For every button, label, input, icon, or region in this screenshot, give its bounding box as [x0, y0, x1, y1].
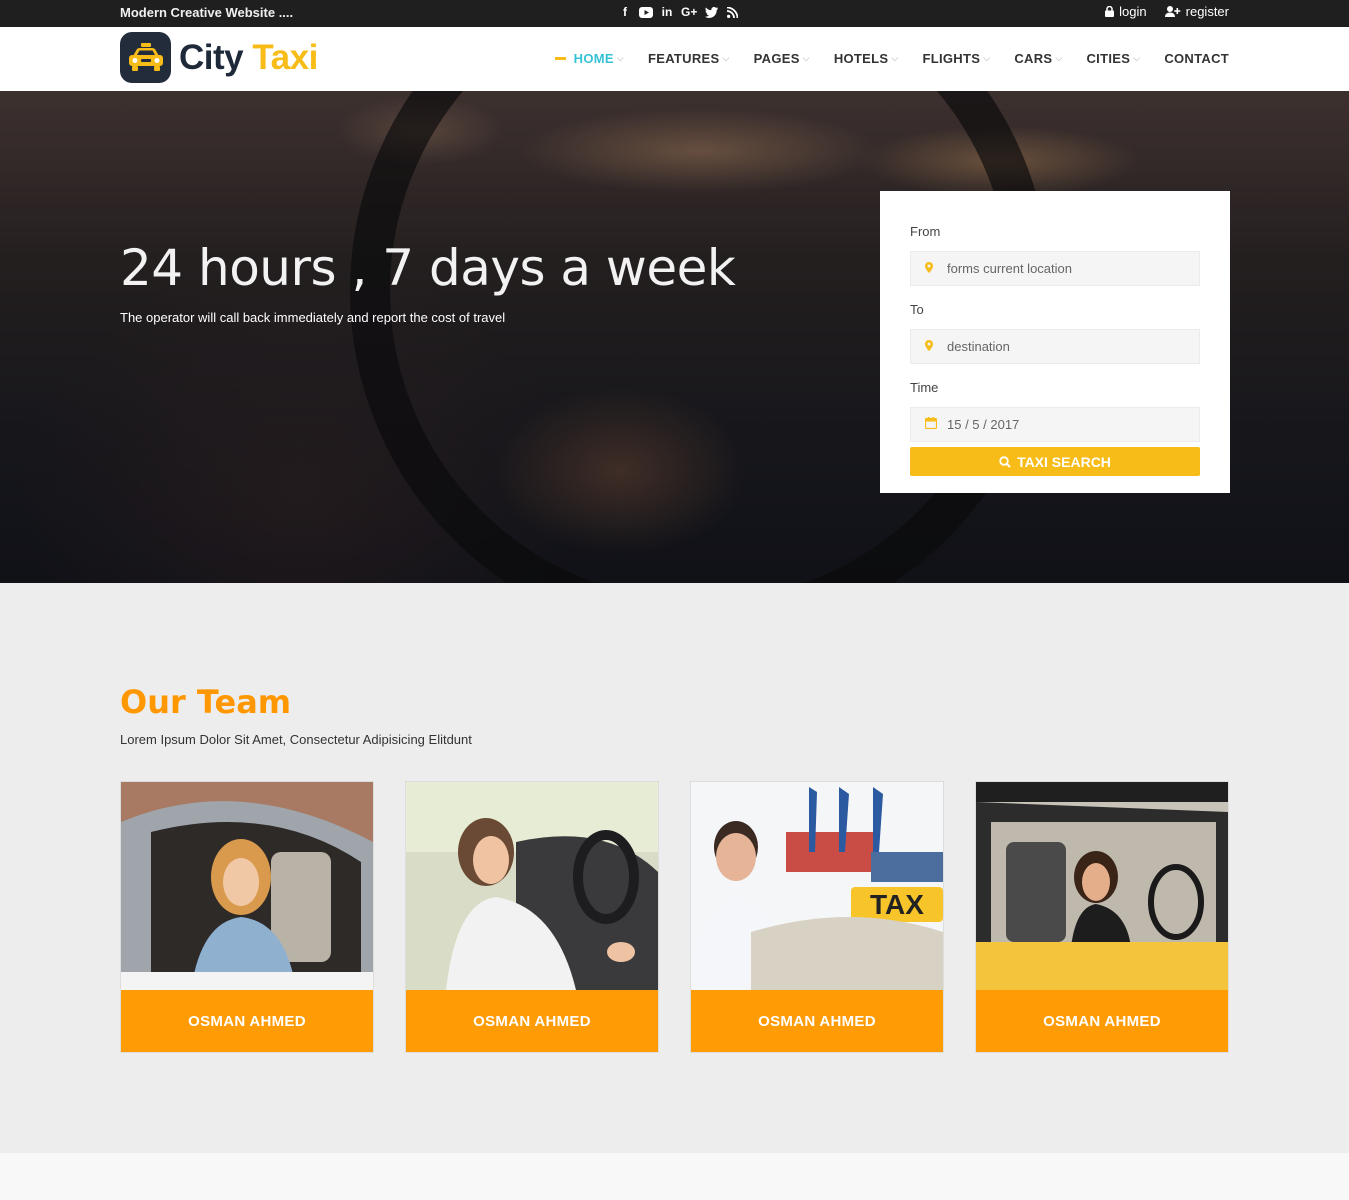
from-placeholder: forms current location: [947, 261, 1072, 276]
user-plus-icon: [1164, 6, 1180, 17]
hero-subtitle: The operator will call back immediately …: [120, 310, 506, 325]
nav-item-flights[interactable]: FLIGHTS ⌵: [922, 51, 990, 66]
team-section: Our Team Lorem Ipsum Dolor Sit Amet, Con…: [0, 583, 1349, 1153]
taxi-search-label: TAXI SEARCH: [1017, 453, 1111, 470]
nav-item-cities[interactable]: CITIES ⌵: [1086, 51, 1140, 66]
chevron-down-icon: ⌵: [891, 53, 899, 63]
nav-item-hotels[interactable]: HOTELS ⌵: [834, 51, 899, 66]
facebook-icon[interactable]: f: [619, 4, 631, 20]
from-label: From: [910, 224, 941, 239]
to-placeholder: destination: [947, 339, 1010, 354]
chevron-down-icon: ⌵: [983, 53, 991, 63]
active-indicator: [554, 57, 566, 60]
time-label: Time: [910, 380, 939, 395]
social-links: f in G+: [619, 4, 738, 20]
nav-item-home[interactable]: HOME ⌵: [554, 51, 624, 66]
nav-item-cars[interactable]: CARS ⌵: [1014, 51, 1062, 66]
nav-item-pages[interactable]: PAGES ⌵: [754, 51, 810, 66]
google-plus-icon[interactable]: G+: [681, 4, 697, 20]
chevron-down-icon: ⌵: [802, 53, 810, 63]
youtube-icon[interactable]: [639, 4, 653, 20]
team-member-card[interactable]: OSMAN AHMED: [975, 781, 1229, 1053]
main-nav: HOME ⌵ FEATURES ⌵ PAGES ⌵ HOTELS ⌵ FLIGHTS ⌵ …: [554, 51, 1229, 66]
hero-section: 24 hours , 7 days a week The operator wi…: [0, 91, 1349, 583]
team-member-card[interactable]: OSMAN AHMED: [120, 781, 374, 1053]
to-field[interactable]: destination: [910, 329, 1200, 364]
rss-icon[interactable]: [726, 4, 738, 20]
taxi-search-button[interactable]: TAXI SEARCH: [910, 447, 1200, 476]
nav-item-label: CONTACT: [1164, 51, 1229, 66]
svg-text:TAX: TAX: [870, 889, 924, 920]
site-logo[interactable]: City Taxi: [120, 32, 318, 83]
logo-text-taxi: Taxi: [252, 37, 318, 77]
time-value: 15 / 5 / 2017: [947, 417, 1020, 432]
nav-item-contact[interactable]: CONTACT: [1164, 51, 1229, 66]
team-member-name: OSMAN AHMED: [976, 990, 1228, 1052]
search-icon: [999, 455, 1011, 468]
chevron-down-icon: ⌵: [722, 53, 730, 63]
map-marker-icon: [925, 261, 935, 276]
team-member-name: OSMAN AHMED: [406, 990, 658, 1052]
register-link[interactable]: register: [1164, 4, 1229, 19]
team-member-photo: [976, 782, 1228, 990]
team-member-card[interactable]: OSMAN AHMED: [405, 781, 659, 1053]
auth-links: login register: [1105, 4, 1229, 19]
lock-icon: [1105, 6, 1115, 17]
team-member-name: OSMAN AHMED: [121, 990, 373, 1052]
team-member-photo: [121, 782, 373, 990]
nav-item-label: PAGES: [753, 51, 800, 66]
nav-item-label: FLIGHTS: [922, 51, 981, 66]
map-marker-icon: [925, 339, 935, 354]
time-field[interactable]: 15 / 5 / 2017: [910, 407, 1200, 442]
login-label: login: [1119, 4, 1147, 19]
nav-item-label: HOTELS: [833, 51, 889, 66]
logo-text-city: City: [179, 37, 244, 77]
team-member-name: OSMAN AHMED: [691, 990, 943, 1052]
main-header: City Taxi HOME ⌵ FEATURES ⌵ PAGES ⌵ HOTELS ⌵…: [0, 27, 1349, 91]
taxi-logo-icon: [120, 32, 171, 83]
team-member-card[interactable]: TAX OSMAN AHMED: [690, 781, 944, 1053]
logo-text: City Taxi: [179, 38, 318, 78]
team-member-photo: [406, 782, 658, 990]
nav-item-label: CITIES: [1086, 51, 1131, 66]
nav-item-label: CARS: [1014, 51, 1053, 66]
nav-item-features[interactable]: FEATURES ⌵: [648, 51, 730, 66]
chevron-down-icon: ⌵: [1055, 53, 1063, 63]
register-label: register: [1185, 4, 1229, 19]
login-link[interactable]: login: [1105, 4, 1147, 19]
calendar-icon: [924, 417, 938, 432]
twitter-icon[interactable]: [705, 4, 719, 20]
site-tagline: Modern Creative Website ....: [120, 5, 294, 20]
top-bar: Modern Creative Website .... f in G+ log…: [0, 0, 1349, 27]
chevron-down-icon: ⌵: [616, 53, 624, 63]
linkedin-icon[interactable]: in: [661, 4, 673, 20]
chevron-down-icon: ⌵: [1133, 53, 1141, 63]
team-subtitle: Lorem Ipsum Dolor Sit Amet, Consectetur …: [120, 732, 472, 747]
hero-title: 24 hours , 7 days a week: [120, 239, 736, 297]
from-field[interactable]: forms current location: [910, 251, 1200, 286]
to-label: To: [910, 302, 924, 317]
nav-item-label: FEATURES: [648, 51, 720, 66]
taxi-search-form: From forms current location To destinati…: [880, 191, 1230, 493]
team-title: Our Team: [120, 683, 292, 721]
nav-item-label: HOME: [573, 51, 614, 66]
footer-strip: [0, 1153, 1349, 1200]
team-member-photo: TAX: [691, 782, 943, 990]
